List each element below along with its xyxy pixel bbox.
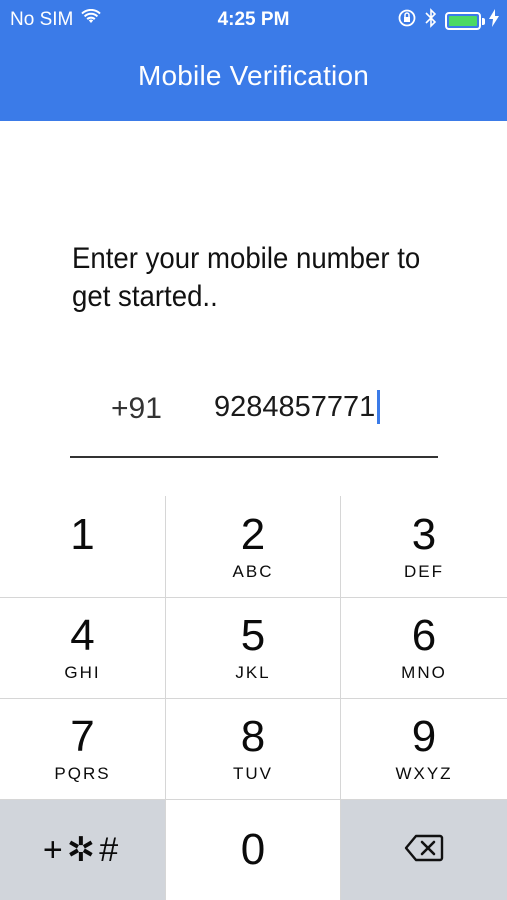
key-4[interactable]: 4 GHI xyxy=(0,597,166,698)
key-digit: 7 xyxy=(70,712,95,761)
key-digit: 2 xyxy=(240,509,266,559)
numeric-keypad: 1 2 ABC 3 DEF 4 GHI 5 JKL 6 MNO 7 PQRS 8 xyxy=(0,496,507,900)
key-0[interactable]: 0 xyxy=(166,799,341,900)
key-digit: 4 xyxy=(70,611,95,660)
instruction-line-1: Enter your mobile number to xyxy=(72,242,421,275)
key-8[interactable]: 8 TUV xyxy=(166,698,341,799)
input-underline xyxy=(70,456,438,458)
key-digit: 6 xyxy=(411,611,437,660)
key-6[interactable]: 6 MNO xyxy=(341,597,507,698)
key-letters: GHI xyxy=(64,663,101,682)
key-2[interactable]: 2 ABC xyxy=(166,496,341,597)
delete-key[interactable] xyxy=(341,799,507,900)
key-3[interactable]: 3 DEF xyxy=(341,496,507,597)
symbols-key[interactable]: +✲# xyxy=(0,799,166,900)
key-letters: PQRS xyxy=(54,764,111,783)
key-digit: 8 xyxy=(240,712,266,761)
key-letters: WXYZ xyxy=(395,764,453,783)
backspace-icon xyxy=(404,833,444,868)
key-digit: 3 xyxy=(411,509,437,559)
bluetooth-icon xyxy=(425,8,437,33)
key-1[interactable]: 1 xyxy=(0,496,166,597)
key-letters: MNO xyxy=(401,663,447,682)
country-code-selector[interactable]: +91 xyxy=(111,392,162,426)
charging-bolt-icon xyxy=(489,9,499,32)
mobile-verification-screen: No SIM 4:25 PM Mobile Verification Enter… xyxy=(0,0,507,900)
key-5[interactable]: 5 JKL xyxy=(166,597,341,698)
status-right xyxy=(397,8,499,33)
key-letters: ABC xyxy=(232,561,274,581)
instruction-text: Enter your mobile number to get started.… xyxy=(72,240,422,316)
battery-cap xyxy=(482,17,485,25)
instruction-line-2: get started.. xyxy=(72,280,218,313)
battery-icon xyxy=(445,11,485,30)
text-caret xyxy=(377,390,381,424)
status-bar: No SIM 4:25 PM xyxy=(0,0,507,40)
key-7[interactable]: 7 PQRS xyxy=(0,698,166,799)
orientation-lock-icon xyxy=(397,8,417,33)
key-letters: DEF xyxy=(404,561,444,581)
key-digit: 0 xyxy=(240,825,266,874)
phone-number-value: 9284857771 xyxy=(214,390,376,423)
phone-number-input[interactable]: 9284857771 xyxy=(214,390,381,424)
key-letters: TUV xyxy=(233,764,273,783)
key-digit: 5 xyxy=(240,611,266,660)
header-bar: No SIM 4:25 PM Mobile Verification xyxy=(0,0,507,121)
symbols-label: +✲# xyxy=(42,831,123,869)
battery-level xyxy=(449,15,477,26)
key-digit: 1 xyxy=(70,509,95,559)
key-9[interactable]: 9 WXYZ xyxy=(341,698,507,799)
key-letters: JKL xyxy=(235,663,271,682)
page-title: Mobile Verification xyxy=(137,60,370,91)
key-digit: 9 xyxy=(411,712,437,761)
